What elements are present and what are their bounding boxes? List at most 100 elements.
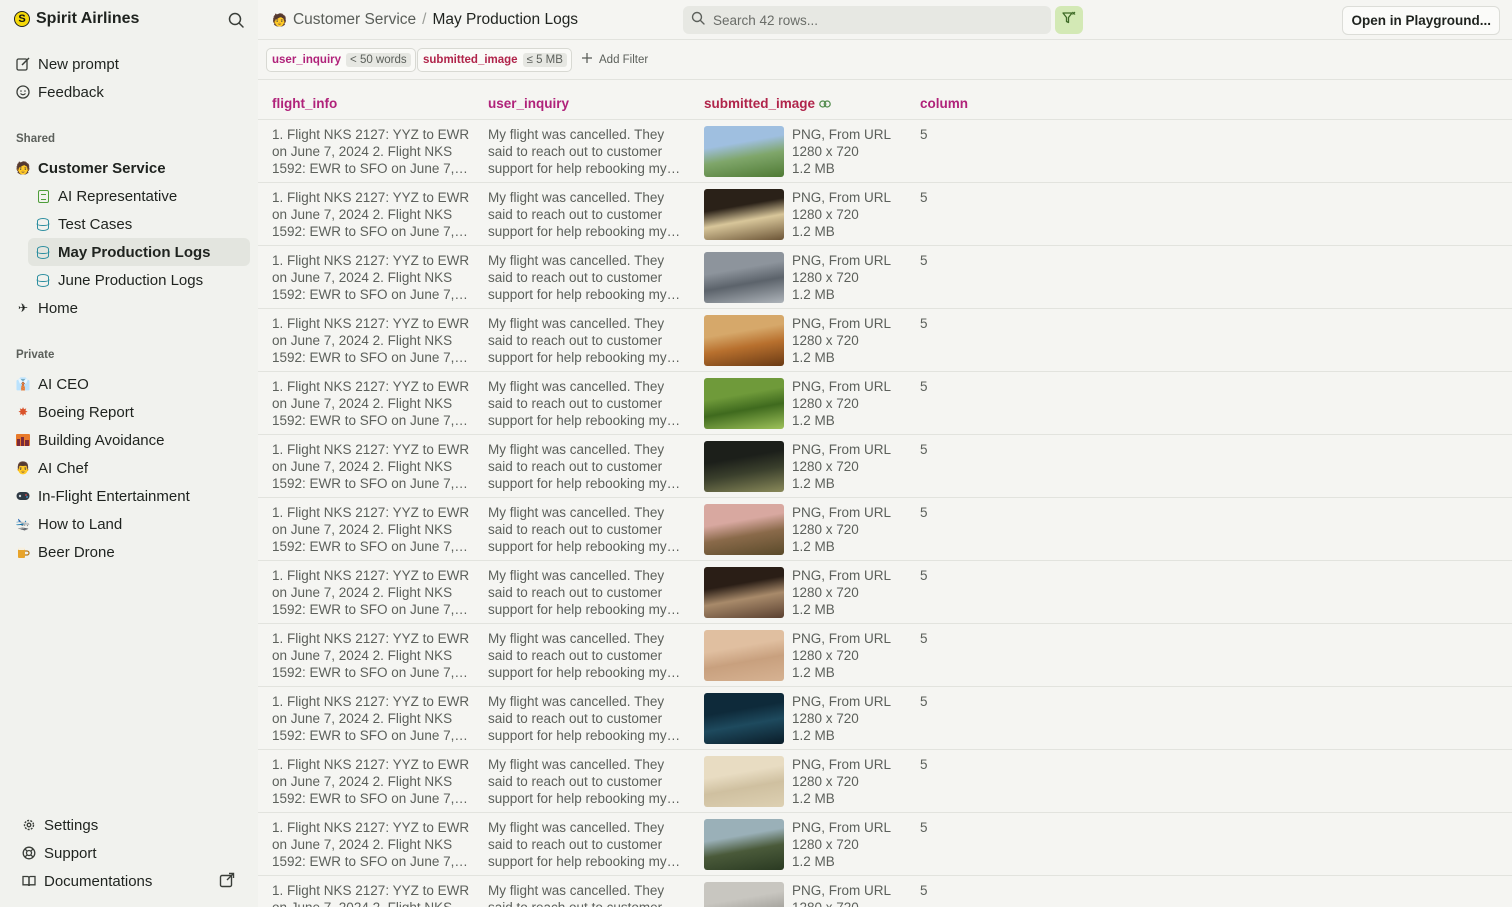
table-row[interactable]: 1. Flight NKS 2127: YYZ to EWR on June 7… bbox=[258, 246, 1512, 309]
cell-user-inquiry[interactable]: My flight was cancelled. They said to re… bbox=[488, 567, 688, 618]
search-icon[interactable] bbox=[227, 11, 245, 29]
table-row[interactable]: 1. Flight NKS 2127: YYZ to EWR on June 7… bbox=[258, 435, 1512, 498]
sidebar-item-customer-service[interactable]: 🧑 Customer Service bbox=[16, 155, 166, 181]
cell-user-inquiry[interactable]: My flight was cancelled. They said to re… bbox=[488, 189, 688, 240]
row-search[interactable] bbox=[683, 6, 1051, 34]
new-prompt-link[interactable]: New prompt bbox=[16, 51, 119, 77]
table-row[interactable]: 1. Flight NKS 2127: YYZ to EWR on June 7… bbox=[258, 750, 1512, 813]
cell-flight-info[interactable]: 1. Flight NKS 2127: YYZ to EWR on June 7… bbox=[272, 189, 472, 240]
cell-user-inquiry[interactable]: My flight was cancelled. They said to re… bbox=[488, 630, 688, 681]
feedback-link[interactable]: Feedback bbox=[16, 79, 104, 105]
table-row[interactable]: 1. Flight NKS 2127: YYZ to EWR on June 7… bbox=[258, 183, 1512, 246]
sidebar-item-building-avoidance[interactable]: Building Avoidance bbox=[16, 427, 165, 453]
image-thumbnail[interactable] bbox=[704, 441, 784, 492]
sidebar-item-june-production-logs[interactable]: June Production Logs bbox=[36, 267, 203, 293]
cell-flight-info[interactable]: 1. Flight NKS 2127: YYZ to EWR on June 7… bbox=[272, 504, 472, 555]
column-header-column[interactable]: column bbox=[920, 96, 968, 111]
cell-flight-info[interactable]: 1. Flight NKS 2127: YYZ to EWR on June 7… bbox=[272, 567, 472, 618]
column-header-submitted-image[interactable]: submitted_image bbox=[704, 96, 831, 111]
filter-toggle-button[interactable] bbox=[1055, 6, 1083, 34]
external-link-icon[interactable] bbox=[219, 872, 235, 892]
cell-column[interactable]: 5 bbox=[920, 252, 928, 269]
table-row[interactable]: 1. Flight NKS 2127: YYZ to EWR on June 7… bbox=[258, 876, 1512, 907]
cell-flight-info[interactable]: 1. Flight NKS 2127: YYZ to EWR on June 7… bbox=[272, 252, 472, 303]
cell-column[interactable]: 5 bbox=[920, 756, 928, 773]
image-thumbnail[interactable] bbox=[704, 252, 784, 303]
image-thumbnail[interactable] bbox=[704, 315, 784, 366]
cell-user-inquiry[interactable]: My flight was cancelled. They said to re… bbox=[488, 882, 688, 907]
filter-chip-submitted-image[interactable]: submitted_image ≤ 5 MB bbox=[417, 48, 572, 72]
sidebar-item-ai-ceo[interactable]: 👔 AI CEO bbox=[16, 371, 89, 397]
data-table: flight_info user_inquiry submitted_image… bbox=[258, 80, 1512, 907]
sidebar-item-home[interactable]: ✈ Home bbox=[16, 295, 78, 321]
nav-label: Home bbox=[38, 299, 79, 317]
cell-flight-info[interactable]: 1. Flight NKS 2127: YYZ to EWR on June 7… bbox=[272, 819, 472, 870]
cell-flight-info[interactable]: 1. Flight NKS 2127: YYZ to EWR on June 7… bbox=[272, 693, 472, 744]
cell-column[interactable]: 5 bbox=[920, 189, 928, 206]
sidebar-item-how-to-land[interactable]: 🛬 How to Land bbox=[16, 511, 123, 537]
cell-flight-info[interactable]: 1. Flight NKS 2127: YYZ to EWR on June 7… bbox=[272, 882, 472, 907]
cell-column[interactable]: 5 bbox=[920, 378, 928, 395]
cell-flight-info[interactable]: 1. Flight NKS 2127: YYZ to EWR on June 7… bbox=[272, 378, 472, 429]
sidebar-item-documentations[interactable]: Documentations bbox=[22, 868, 152, 894]
cell-flight-info[interactable]: 1. Flight NKS 2127: YYZ to EWR on June 7… bbox=[272, 756, 472, 807]
table-row[interactable]: 1. Flight NKS 2127: YYZ to EWR on June 7… bbox=[258, 687, 1512, 750]
cell-user-inquiry[interactable]: My flight was cancelled. They said to re… bbox=[488, 819, 688, 870]
table-row[interactable]: 1. Flight NKS 2127: YYZ to EWR on June 7… bbox=[258, 624, 1512, 687]
open-in-playground-button[interactable]: Open in Playground... bbox=[1342, 6, 1500, 35]
table-row[interactable]: 1. Flight NKS 2127: YYZ to EWR on June 7… bbox=[258, 813, 1512, 876]
table-row[interactable]: 1. Flight NKS 2127: YYZ to EWR on June 7… bbox=[258, 120, 1512, 183]
sidebar-item-may-production-logs[interactable]: May Production Logs bbox=[28, 238, 250, 266]
cell-flight-info[interactable]: 1. Flight NKS 2127: YYZ to EWR on June 7… bbox=[272, 315, 472, 366]
cell-user-inquiry[interactable]: My flight was cancelled. They said to re… bbox=[488, 693, 688, 744]
cell-column[interactable]: 5 bbox=[920, 882, 928, 899]
cell-column[interactable]: 5 bbox=[920, 630, 928, 647]
sidebar-item-test-cases[interactable]: Test Cases bbox=[36, 211, 132, 237]
image-thumbnail[interactable] bbox=[704, 756, 784, 807]
filter-chip-user-inquiry[interactable]: user_inquiry < 50 words bbox=[266, 48, 416, 72]
breadcrumb-parent[interactable]: Customer Service bbox=[293, 11, 416, 29]
image-thumbnail[interactable] bbox=[704, 567, 784, 618]
cell-flight-info[interactable]: 1. Flight NKS 2127: YYZ to EWR on June 7… bbox=[272, 126, 472, 177]
search-input[interactable] bbox=[713, 12, 1033, 28]
image-thumbnail[interactable] bbox=[704, 693, 784, 744]
cell-user-inquiry[interactable]: My flight was cancelled. They said to re… bbox=[488, 252, 688, 303]
cell-user-inquiry[interactable]: My flight was cancelled. They said to re… bbox=[488, 441, 688, 492]
cell-column[interactable]: 5 bbox=[920, 441, 928, 458]
sidebar-item-ai-representative[interactable]: AI Representative bbox=[36, 183, 177, 209]
column-header-flight-info[interactable]: flight_info bbox=[272, 96, 337, 111]
image-thumbnail[interactable] bbox=[704, 819, 784, 870]
cell-column[interactable]: 5 bbox=[920, 315, 928, 332]
cell-user-inquiry[interactable]: My flight was cancelled. They said to re… bbox=[488, 126, 688, 177]
sidebar-item-support[interactable]: Support bbox=[22, 840, 97, 866]
image-thumbnail[interactable] bbox=[704, 882, 784, 907]
sidebar-item-boeing-report[interactable]: ✸ Boeing Report bbox=[16, 399, 134, 425]
cell-column[interactable]: 5 bbox=[920, 126, 928, 143]
workspace-switcher[interactable]: S Spirit Airlines bbox=[14, 10, 139, 28]
add-filter-button[interactable]: Add Filter bbox=[581, 52, 648, 67]
cell-column[interactable]: 5 bbox=[920, 819, 928, 836]
table-row[interactable]: 1. Flight NKS 2127: YYZ to EWR on June 7… bbox=[258, 498, 1512, 561]
column-header-user-inquiry[interactable]: user_inquiry bbox=[488, 96, 569, 111]
image-thumbnail[interactable] bbox=[704, 630, 784, 681]
cell-user-inquiry[interactable]: My flight was cancelled. They said to re… bbox=[488, 315, 688, 366]
table-row[interactable]: 1. Flight NKS 2127: YYZ to EWR on June 7… bbox=[258, 309, 1512, 372]
sidebar-item-ai-chef[interactable]: 👨 AI Chef bbox=[16, 455, 89, 481]
cell-flight-info[interactable]: 1. Flight NKS 2127: YYZ to EWR on June 7… bbox=[272, 441, 472, 492]
sidebar-item-in-flight-entertainment[interactable]: In-Flight Entertainment bbox=[16, 483, 190, 509]
cell-column[interactable]: 5 bbox=[920, 693, 928, 710]
sidebar-item-beer-drone[interactable]: Beer Drone bbox=[16, 539, 115, 565]
cell-user-inquiry[interactable]: My flight was cancelled. They said to re… bbox=[488, 756, 688, 807]
image-thumbnail[interactable] bbox=[704, 189, 784, 240]
cell-flight-info[interactable]: 1. Flight NKS 2127: YYZ to EWR on June 7… bbox=[272, 630, 472, 681]
image-thumbnail[interactable] bbox=[704, 378, 784, 429]
cell-user-inquiry[interactable]: My flight was cancelled. They said to re… bbox=[488, 504, 688, 555]
cell-column[interactable]: 5 bbox=[920, 504, 928, 521]
image-thumbnail[interactable] bbox=[704, 504, 784, 555]
table-row[interactable]: 1. Flight NKS 2127: YYZ to EWR on June 7… bbox=[258, 372, 1512, 435]
sidebar-item-settings[interactable]: Settings bbox=[22, 812, 98, 838]
table-row[interactable]: 1. Flight NKS 2127: YYZ to EWR on June 7… bbox=[258, 561, 1512, 624]
image-thumbnail[interactable] bbox=[704, 126, 784, 177]
cell-column[interactable]: 5 bbox=[920, 567, 928, 584]
cell-user-inquiry[interactable]: My flight was cancelled. They said to re… bbox=[488, 378, 688, 429]
